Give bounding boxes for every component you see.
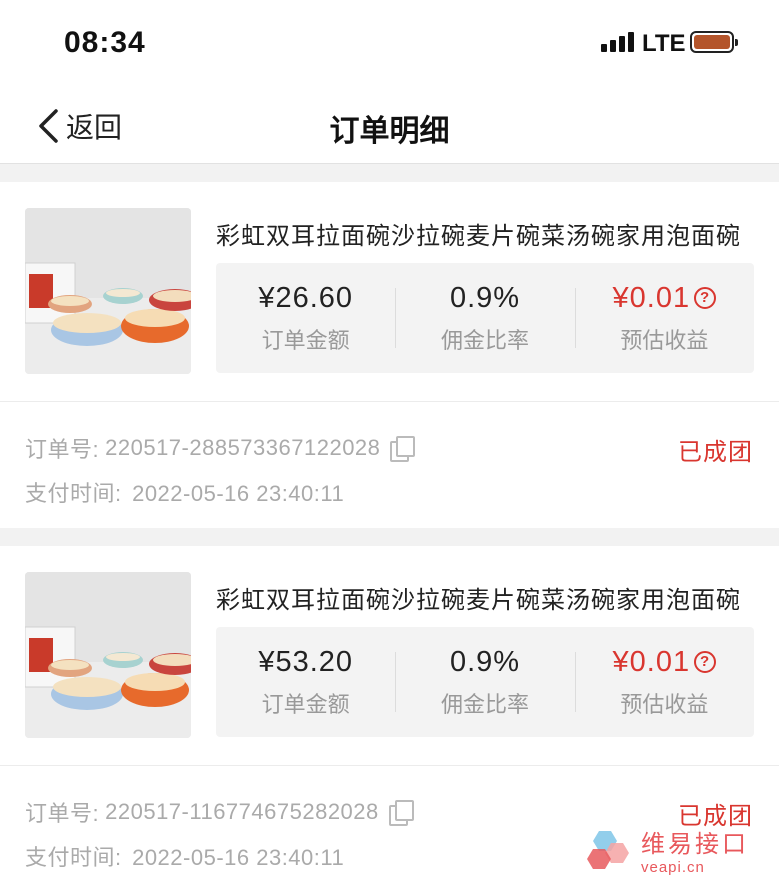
pay-time-label: 支付时间:: [25, 845, 122, 870]
order-number: 220517-288573367122028: [105, 435, 381, 460]
status-bar: 08:34 LTE: [0, 0, 779, 88]
clock: 08:34: [64, 26, 146, 59]
commission-rate: 0.9% 佣金比率: [395, 263, 574, 373]
order-stats: ¥26.60 订单金额 0.9% 佣金比率 ¥0.01? 预估收益: [216, 263, 754, 373]
copy-icon[interactable]: [390, 436, 416, 462]
pay-time-row: 支付时间: 2022-05-16 23:40:11: [25, 476, 344, 508]
network-type: LTE: [642, 30, 686, 57]
product-image[interactable]: [25, 208, 191, 374]
divider: [0, 401, 779, 402]
commission-rate-label: 佣金比率: [440, 691, 529, 717]
help-icon[interactable]: ?: [694, 651, 717, 673]
order-amount-label: 订单金额: [261, 327, 350, 353]
watermark-domain: veapi.cn: [641, 859, 705, 876]
product-title[interactable]: 彩虹双耳拉面碗沙拉碗麦片碗菜汤碗家用泡面碗: [216, 216, 756, 251]
estimated-earning-value: ¥0.01: [612, 645, 691, 678]
order-amount-value: ¥26.60: [258, 281, 354, 314]
order-number-row: 订单号: 220517-116774675282028: [25, 796, 414, 828]
watermark-name: 维易接口: [641, 831, 749, 858]
order-amount-value: ¥53.20: [258, 645, 354, 678]
status-badge: 已成团: [678, 439, 753, 466]
watermark: 维易接口 veapi.cn: [585, 824, 749, 876]
estimated-earning: ¥0.01? 预估收益: [574, 263, 754, 373]
nav-bar: 返回 订单明细: [0, 88, 779, 164]
order-number-label: 订单号:: [25, 437, 100, 462]
estimated-earning: ¥0.01? 预估收益: [574, 627, 754, 737]
order-stats: ¥53.20 订单金额 0.9% 佣金比率 ¥0.01? 预估收益: [216, 627, 754, 737]
order-amount: ¥53.20 订单金额: [216, 627, 395, 737]
commission-rate-value: 0.9%: [449, 281, 521, 314]
commission-rate: 0.9% 佣金比率: [395, 627, 574, 737]
estimated-earning-label: 预估收益: [620, 327, 709, 353]
signal-icon: [601, 32, 634, 52]
order-number: 220517-116774675282028: [105, 799, 379, 824]
commission-rate-label: 佣金比率: [440, 327, 529, 353]
copy-icon[interactable]: [388, 800, 414, 826]
pay-time: 2022-05-16 23:40:11: [132, 845, 345, 870]
order-amount-label: 订单金额: [261, 691, 350, 717]
order-number-row: 订单号: 220517-288573367122028: [25, 432, 416, 464]
commission-rate-value: 0.9%: [449, 645, 521, 678]
page-title: 订单明细: [329, 115, 450, 148]
estimated-earning-label: 预估收益: [620, 691, 709, 717]
divider: [0, 765, 779, 766]
order-card[interactable]: 彩虹双耳拉面碗沙拉碗麦片碗菜汤碗家用泡面碗 ¥26.60 订单金额 0.9% 佣…: [0, 182, 779, 528]
pay-time-row: 支付时间: 2022-05-16 23:40:11: [25, 840, 344, 872]
product-image[interactable]: [25, 572, 191, 738]
pay-time-label: 支付时间:: [25, 481, 122, 506]
pay-time: 2022-05-16 23:40:11: [132, 481, 345, 506]
order-number-label: 订单号:: [25, 801, 100, 826]
order-amount: ¥26.60 订单金额: [216, 263, 395, 373]
watermark-logo-icon: [587, 831, 629, 869]
estimated-earning-value: ¥0.01: [612, 281, 691, 314]
battery-icon: [690, 31, 738, 53]
product-title[interactable]: 彩虹双耳拉面碗沙拉碗麦片碗菜汤碗家用泡面碗: [216, 580, 756, 615]
help-icon[interactable]: ?: [694, 287, 717, 309]
